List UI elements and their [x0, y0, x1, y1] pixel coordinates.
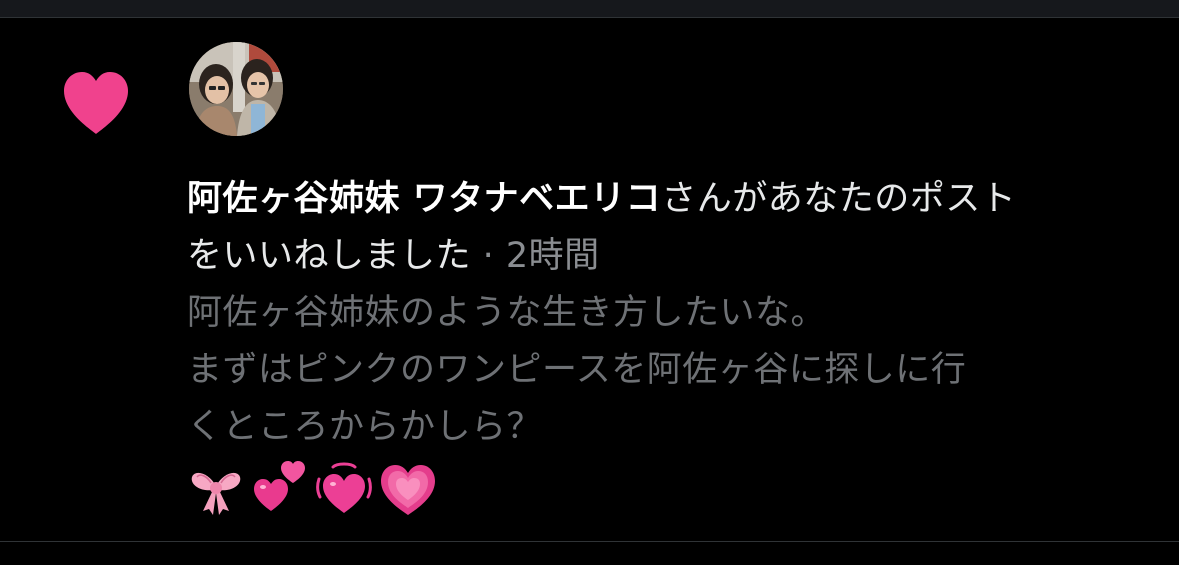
notification-headline: 阿佐ヶ谷姉妹 ワタナベエリコさんがあなたのポストをいいねしました · 2時間 [187, 171, 1147, 285]
beating-heart-icon [316, 462, 372, 513]
post-line-2: まずはピンクのワンピースを阿佐ヶ谷に探しに行 [187, 350, 967, 390]
ribbon-icon [191, 472, 241, 515]
like-notification[interactable]: 阿佐ヶ谷姉妹 ワタナベエリコさんがあなたのポストをいいねしました · 2時間 阿… [0, 18, 1179, 541]
timestamp[interactable]: 2時間 [506, 236, 600, 276]
post-line-1: 阿佐ヶ谷姉妹のような生き方したいな。 [187, 293, 827, 333]
action-text-cont: をいいねしました [187, 236, 472, 276]
top-bar [0, 0, 1179, 17]
avatar[interactable] [189, 42, 283, 136]
two-hearts-icon [254, 461, 305, 511]
growing-heart-icon [381, 465, 435, 515]
separator: · [471, 236, 506, 276]
action-text: さんがあなたのポスト [661, 179, 1017, 219]
post-preview[interactable]: 阿佐ヶ谷姉妹のような生き方したいな。 まずはピンクのワンピースを阿佐ヶ谷に探しに… [187, 285, 1147, 456]
user-name[interactable]: 阿佐ヶ谷姉妹 ワタナベエリコ [187, 179, 661, 219]
bottom-divider [0, 541, 1179, 542]
post-line-3: くところからかしら？ [187, 407, 543, 447]
heart-icon [60, 70, 132, 136]
emoji-row [187, 458, 1147, 518]
